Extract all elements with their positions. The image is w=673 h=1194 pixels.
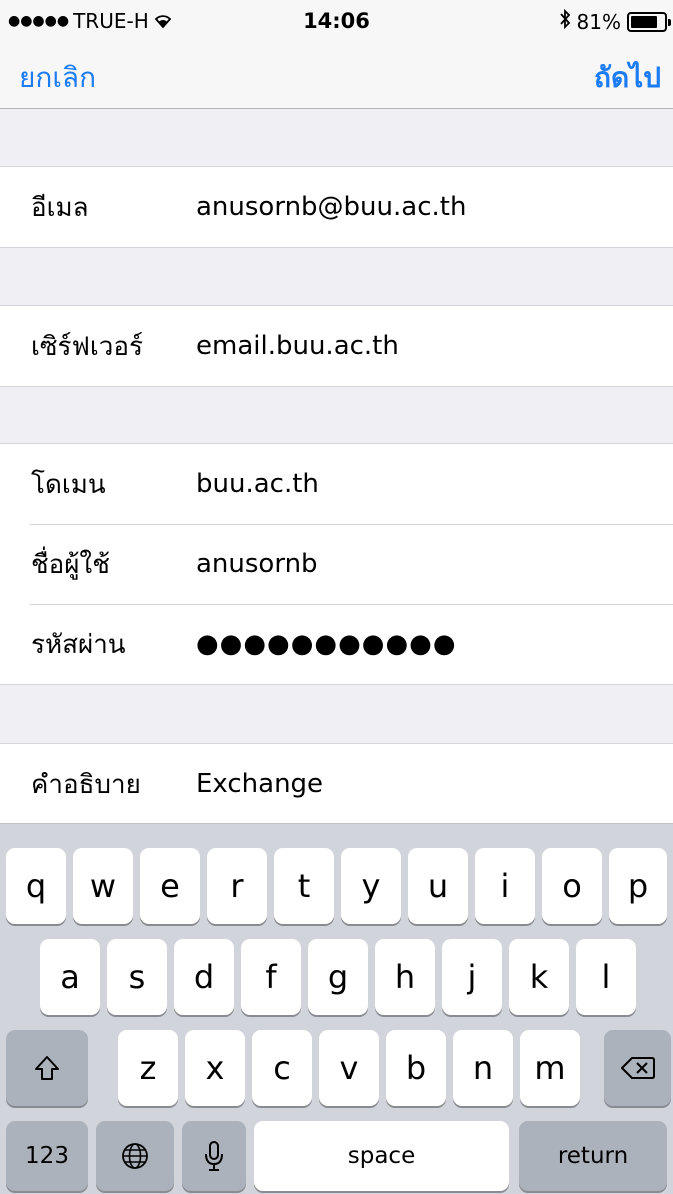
key-m[interactable]: m bbox=[520, 1030, 580, 1106]
key-c[interactable]: c bbox=[252, 1030, 312, 1106]
email-field[interactable]: anusornb@buu.ac.th bbox=[196, 192, 466, 222]
key-x[interactable]: x bbox=[185, 1030, 245, 1106]
description-label: คำอธิบาย bbox=[31, 769, 141, 800]
domain-label: โดเมน bbox=[31, 469, 106, 500]
status-right: 81% bbox=[559, 8, 671, 34]
key-q[interactable]: q bbox=[6, 848, 66, 924]
shift-key[interactable] bbox=[6, 1030, 88, 1106]
keyboard: q w e r t y u i o p a s d f g h j k l z … bbox=[0, 823, 673, 1194]
dictation-key[interactable] bbox=[182, 1121, 246, 1191]
key-g[interactable]: g bbox=[308, 939, 368, 1015]
key-j[interactable]: j bbox=[442, 939, 502, 1015]
key-e[interactable]: e bbox=[140, 848, 200, 924]
key-a[interactable]: a bbox=[40, 939, 100, 1015]
password-field[interactable]: ●●●●●●●●●●● bbox=[196, 629, 457, 659]
key-k[interactable]: k bbox=[509, 939, 569, 1015]
cancel-button[interactable]: ยกเลิก bbox=[19, 56, 96, 100]
return-key[interactable]: return bbox=[519, 1121, 667, 1191]
key-t[interactable]: t bbox=[274, 848, 334, 924]
description-row[interactable]: คำอธิบาย Exchange bbox=[0, 744, 673, 824]
description-field[interactable]: Exchange bbox=[196, 769, 323, 799]
server-label: เซิร์ฟเวอร์ bbox=[31, 331, 143, 362]
space-key[interactable]: space bbox=[254, 1121, 509, 1191]
server-field[interactable]: email.buu.ac.th bbox=[196, 331, 399, 361]
battery-level bbox=[631, 15, 657, 28]
username-row[interactable]: ชื่อผู้ใช้ anusornb bbox=[0, 524, 673, 604]
domain-field[interactable]: buu.ac.th bbox=[196, 469, 319, 499]
status-bar: ●●●●● TRUE-H 14:06 81% bbox=[0, 0, 673, 40]
key-n[interactable]: n bbox=[453, 1030, 513, 1106]
email-group: อีเมล anusornb@buu.ac.th bbox=[0, 166, 673, 248]
shift-icon bbox=[35, 1056, 59, 1080]
username-field[interactable]: anusornb bbox=[196, 549, 318, 579]
key-o[interactable]: o bbox=[542, 848, 602, 924]
key-i[interactable]: i bbox=[475, 848, 535, 924]
key-d[interactable]: d bbox=[174, 939, 234, 1015]
key-u[interactable]: u bbox=[408, 848, 468, 924]
username-label: ชื่อผู้ใช้ bbox=[31, 549, 110, 580]
key-l[interactable]: l bbox=[576, 939, 636, 1015]
password-label: รหัสผ่าน bbox=[31, 629, 126, 660]
globe-icon bbox=[122, 1143, 148, 1169]
bluetooth-icon bbox=[559, 8, 571, 34]
battery-percent: 81% bbox=[576, 9, 621, 34]
next-button[interactable]: ถัดไป bbox=[594, 56, 661, 100]
server-group: เซิร์ฟเวอร์ email.buu.ac.th bbox=[0, 305, 673, 387]
key-z[interactable]: z bbox=[118, 1030, 178, 1106]
key-f[interactable]: f bbox=[241, 939, 301, 1015]
key-w[interactable]: w bbox=[73, 848, 133, 924]
email-label: อีเมล bbox=[31, 192, 89, 223]
key-s[interactable]: s bbox=[107, 939, 167, 1015]
numbers-key[interactable]: 123 bbox=[6, 1121, 88, 1191]
domain-row[interactable]: โดเมน buu.ac.th bbox=[0, 444, 673, 524]
delete-key[interactable] bbox=[604, 1030, 671, 1106]
email-row[interactable]: อีเมล anusornb@buu.ac.th bbox=[0, 167, 673, 247]
key-y[interactable]: y bbox=[341, 848, 401, 924]
microphone-icon bbox=[205, 1141, 223, 1171]
credentials-group: โดเมน buu.ac.th ชื่อผู้ใช้ anusornb รหัส… bbox=[0, 443, 673, 685]
battery-icon bbox=[627, 11, 671, 32]
globe-key[interactable] bbox=[96, 1121, 174, 1191]
delete-icon bbox=[620, 1057, 655, 1079]
key-r[interactable]: r bbox=[207, 848, 267, 924]
key-v[interactable]: v bbox=[319, 1030, 379, 1106]
description-group: คำอธิบาย Exchange bbox=[0, 743, 673, 824]
key-h[interactable]: h bbox=[375, 939, 435, 1015]
key-p[interactable]: p bbox=[609, 848, 667, 924]
navigation-bar: ยกเลิก ถัดไป bbox=[0, 40, 673, 109]
server-row[interactable]: เซิร์ฟเวอร์ email.buu.ac.th bbox=[0, 306, 673, 386]
key-b[interactable]: b bbox=[386, 1030, 446, 1106]
password-row[interactable]: รหัสผ่าน ●●●●●●●●●●● bbox=[0, 604, 673, 684]
